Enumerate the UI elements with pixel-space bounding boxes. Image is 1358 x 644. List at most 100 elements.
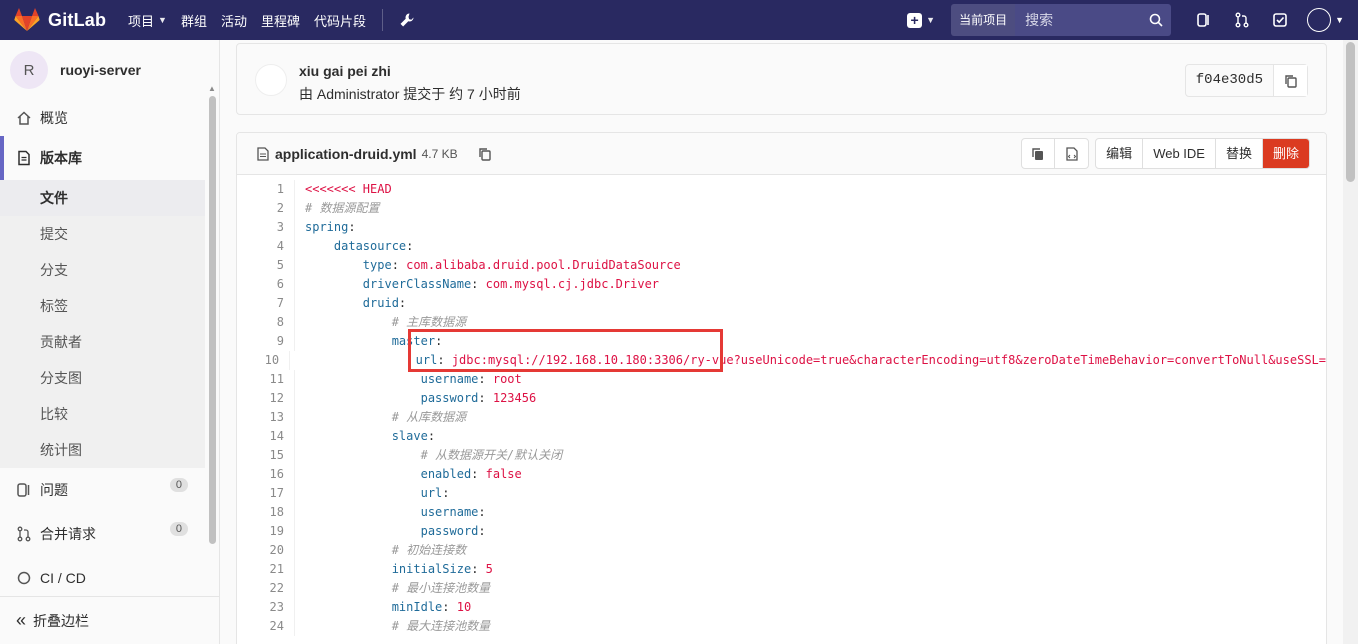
line-number[interactable]: 5: [237, 256, 295, 275]
line-number[interactable]: 2: [237, 199, 295, 218]
copy-path-icon[interactable]: [478, 147, 492, 161]
sidebar-subitem-graph[interactable]: 分支图: [0, 360, 205, 396]
line-number[interactable]: 8: [237, 313, 295, 332]
sidebar-subitem-contributors[interactable]: 贡献者: [0, 324, 205, 360]
sidebar-project-header[interactable]: R ruoyi-server: [0, 40, 219, 100]
line-content: <<<<<<< HEAD: [305, 182, 392, 196]
brand-name: GitLab: [48, 9, 107, 30]
wrench-icon[interactable]: [399, 12, 415, 28]
code-line: 12 password: 123456: [237, 389, 1326, 408]
line-content: type: com.alibaba.druid.pool.DruidDataSo…: [362, 258, 681, 272]
line-number[interactable]: 21: [237, 560, 295, 579]
todo-check-icon[interactable]: [1272, 12, 1288, 28]
line-content: # 主库数据源: [391, 315, 467, 329]
line-content: # 从库数据源: [391, 410, 467, 424]
sidebar-subitem-files[interactable]: 文件: [0, 180, 205, 216]
edit-button[interactable]: 编辑: [1096, 139, 1144, 168]
line-number[interactable]: 24: [237, 617, 295, 636]
code-line: 17 url:: [237, 484, 1326, 503]
code-line: 24 # 最大连接池数量: [237, 617, 1326, 636]
merge-requests-count-badge: 0: [169, 522, 188, 536]
line-number[interactable]: 22: [237, 579, 295, 598]
line-content: driverClassName: com.mysql.cj.jdbc.Drive…: [362, 277, 660, 291]
sidebar-item-cicd[interactable]: CI / CD: [0, 556, 205, 600]
sidebar-item-repository[interactable]: 版本库: [0, 136, 205, 180]
merge-request-icon[interactable]: [1234, 12, 1250, 28]
nav-projects[interactable]: 项目 ▼: [128, 11, 167, 30]
line-number[interactable]: 17: [237, 484, 295, 503]
nav-activity[interactable]: 活动: [221, 11, 247, 30]
line-content: url: jdbc:mysql://192.168.10.180:3306/ry…: [415, 353, 1326, 367]
line-number[interactable]: 9: [237, 332, 295, 351]
line-number[interactable]: 4: [237, 237, 295, 256]
copy-source-button[interactable]: [1022, 139, 1056, 168]
line-number[interactable]: 7: [237, 294, 295, 313]
line-number[interactable]: 16: [237, 465, 295, 484]
sidebar-item-label: 问题: [40, 482, 68, 498]
search-input[interactable]: [1015, 4, 1172, 36]
commit-author-avatar[interactable]: [255, 64, 287, 96]
chevron-down-icon[interactable]: ▼: [1335, 15, 1344, 25]
commit-sha[interactable]: f04e30d5: [1186, 65, 1273, 96]
sidebar-subitem-tags[interactable]: 标签: [0, 288, 205, 324]
collapse-sidebar-button[interactable]: « 折叠边栏: [0, 596, 219, 644]
code-line: 9 master:: [237, 332, 1326, 351]
line-number[interactable]: 15: [237, 446, 295, 465]
open-raw-button[interactable]: [1055, 139, 1088, 168]
nav-milestones[interactable]: 里程碑: [261, 11, 300, 30]
line-number[interactable]: 1: [237, 180, 295, 199]
sidebar-item-overview[interactable]: 概览: [0, 100, 205, 136]
line-content: # 从数据源开关/默认关闭: [420, 448, 563, 462]
line-number[interactable]: 12: [237, 389, 295, 408]
code-line: 2 # 数据源配置: [237, 199, 1326, 218]
merge-request-icon: [17, 526, 31, 542]
code-line: 4 datasource:: [237, 237, 1326, 256]
line-number[interactable]: 20: [237, 541, 295, 560]
issues-icon[interactable]: [1196, 12, 1212, 28]
line-number[interactable]: 11: [237, 370, 295, 389]
raw-file-icon: [1066, 146, 1078, 161]
sidebar-subitem-charts[interactable]: 统计图: [0, 432, 205, 468]
last-commit-panel: xiu gai pei zhi 由 Administrator 提交于 约 7 …: [236, 43, 1327, 115]
top-navbar: GitLab 项目▼ 群组 活动 里程碑 代码片段 + ▼ 当前项目 ▼: [0, 0, 1358, 40]
replace-button[interactable]: 替换: [1216, 139, 1263, 168]
new-item-dropdown[interactable]: + ▼: [907, 12, 936, 28]
scroll-up-arrow-icon[interactable]: ▲: [208, 84, 216, 93]
commit-title[interactable]: xiu gai pei zhi: [299, 63, 391, 79]
sidebar-item-issues[interactable]: 问题 0: [0, 468, 205, 512]
line-number[interactable]: 3: [237, 218, 295, 237]
chevron-down-icon: ▼: [926, 15, 936, 25]
scrollbar-thumb[interactable]: [1346, 42, 1355, 182]
page-scrollbar[interactable]: [1343, 40, 1358, 644]
line-content: # 数据源配置: [305, 201, 380, 215]
code-line: 21 initialSize: 5: [237, 560, 1326, 579]
line-number[interactable]: 10: [237, 351, 291, 370]
sidebar-subitem-branches[interactable]: 分支: [0, 252, 205, 288]
line-number[interactable]: 23: [237, 598, 295, 617]
line-number[interactable]: 13: [237, 408, 295, 427]
nav-snippets[interactable]: 代码片段: [314, 11, 366, 30]
sidebar-item-label: CI / CD: [40, 570, 86, 586]
sidebar-item-merge-requests[interactable]: 合并请求 0: [0, 512, 205, 556]
code-line: 11 username: root: [237, 370, 1326, 389]
line-number[interactable]: 18: [237, 503, 295, 522]
delete-button[interactable]: 删除: [1262, 139, 1309, 168]
sidebar-subitem-commits[interactable]: 提交: [0, 216, 205, 252]
code-line: 3 spring:: [237, 218, 1326, 237]
sidebar-subitem-compare[interactable]: 比较: [0, 396, 205, 432]
line-number[interactable]: 19: [237, 522, 295, 541]
search-box: [1015, 4, 1172, 36]
search-scope-label[interactable]: 当前项目: [951, 4, 1016, 36]
nav-snippets-label: 代码片段: [313, 13, 366, 29]
nav-groups[interactable]: 群组: [181, 11, 207, 30]
gitlab-logo[interactable]: GitLab: [14, 8, 114, 32]
sidebar-scrollbar[interactable]: ▲: [207, 84, 217, 546]
issues-count-badge: 0: [169, 478, 188, 492]
line-number[interactable]: 14: [237, 427, 295, 446]
scrollbar-thumb[interactable]: [209, 96, 216, 544]
line-content: password:: [420, 524, 486, 538]
web-ide-button[interactable]: Web IDE: [1143, 139, 1216, 168]
user-avatar[interactable]: [1307, 8, 1332, 32]
line-number[interactable]: 6: [237, 275, 295, 294]
copy-sha-button[interactable]: [1273, 65, 1307, 96]
